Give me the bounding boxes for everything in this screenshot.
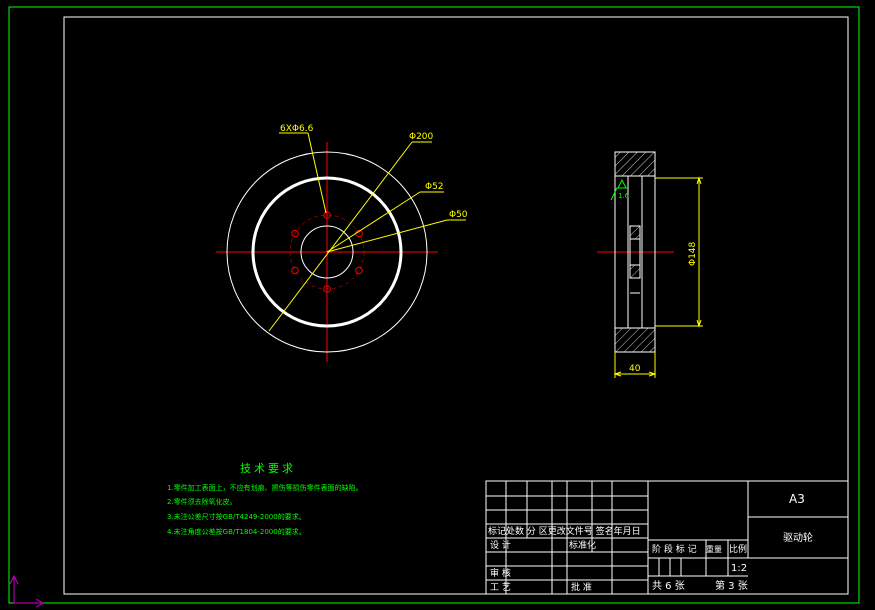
bolt-hole (355, 266, 363, 275)
ucs-axis-icon (9, 574, 45, 608)
tech-req-title: 技术要求 (240, 462, 296, 475)
width-dimension-label: 40 (629, 364, 641, 374)
tech-req-item: 3.未注公差尺寸按GB/T4249-2000的要求。 (167, 512, 306, 521)
scale-value: 1:2 (731, 563, 747, 574)
rim-section-bottom (614, 327, 656, 353)
process-label: 工 艺 (490, 582, 511, 593)
height-dimension-label: Φ148 (688, 241, 698, 266)
approval-label: 批 准 (571, 581, 592, 593)
bolt-hole (291, 266, 299, 275)
outer-drawing-border (8, 6, 860, 604)
stage-label: 阶 段 标 记 (652, 543, 697, 555)
inner-drawing-border (63, 16, 849, 595)
tech-req-item: 4.未注角度公差按GB/T1804-2000的要求。 (167, 527, 306, 536)
holes-callout: 6XΦ6.6 (280, 124, 314, 134)
bore-diameter-label: Φ50 (449, 210, 468, 220)
front-view: 6XΦ6.6 Φ200 Φ52 Φ50 (216, 124, 468, 362)
rim-section-top (614, 151, 656, 177)
standardization-label: 标准化 (569, 539, 596, 551)
roughness-value: 1.6 (618, 192, 630, 200)
sheet-number: 第 3 张 (715, 579, 748, 592)
title-block: 标记处数 分 区更改文件号 签名年月日 设 计 标准化 审 核 工 艺 批 准 … (485, 480, 849, 595)
hub-section-upper (629, 225, 641, 240)
revision-header: 标记处数 分 区更改文件号 签名年月日 (488, 525, 641, 537)
designer-label: 设 计 (490, 539, 511, 551)
cad-drawing-canvas: 6XΦ6.6 Φ200 Φ52 Φ50 Φ148 40 1.6 技术要求 1.零… (8, 6, 860, 608)
technical-requirements: 技术要求 1.零件加工表面上，不应有划痕、擦伤等损伤零件表面的缺陷。 2.零件须… (167, 462, 363, 536)
part-name: 驱动轮 (783, 531, 813, 544)
total-sheets: 共 6 张 (652, 580, 685, 592)
outer-diameter-label: Φ200 (409, 132, 434, 142)
hub-section-lower (629, 264, 641, 279)
checker-label: 审 核 (490, 567, 511, 579)
tech-req-item: 1.零件加工表面上，不应有划痕、擦伤等损伤零件表面的缺陷。 (167, 483, 363, 492)
tech-req-item: 2.零件须去除氧化皮。 (167, 497, 237, 506)
scale-label: 比例 (729, 543, 747, 555)
sheet-size: A3 (789, 492, 805, 506)
hub-diameter-label: Φ52 (425, 182, 444, 192)
front-leaders (268, 132, 466, 332)
weight-label: 重量 (706, 544, 722, 554)
side-section-view: Φ148 40 1.6 (597, 151, 703, 378)
